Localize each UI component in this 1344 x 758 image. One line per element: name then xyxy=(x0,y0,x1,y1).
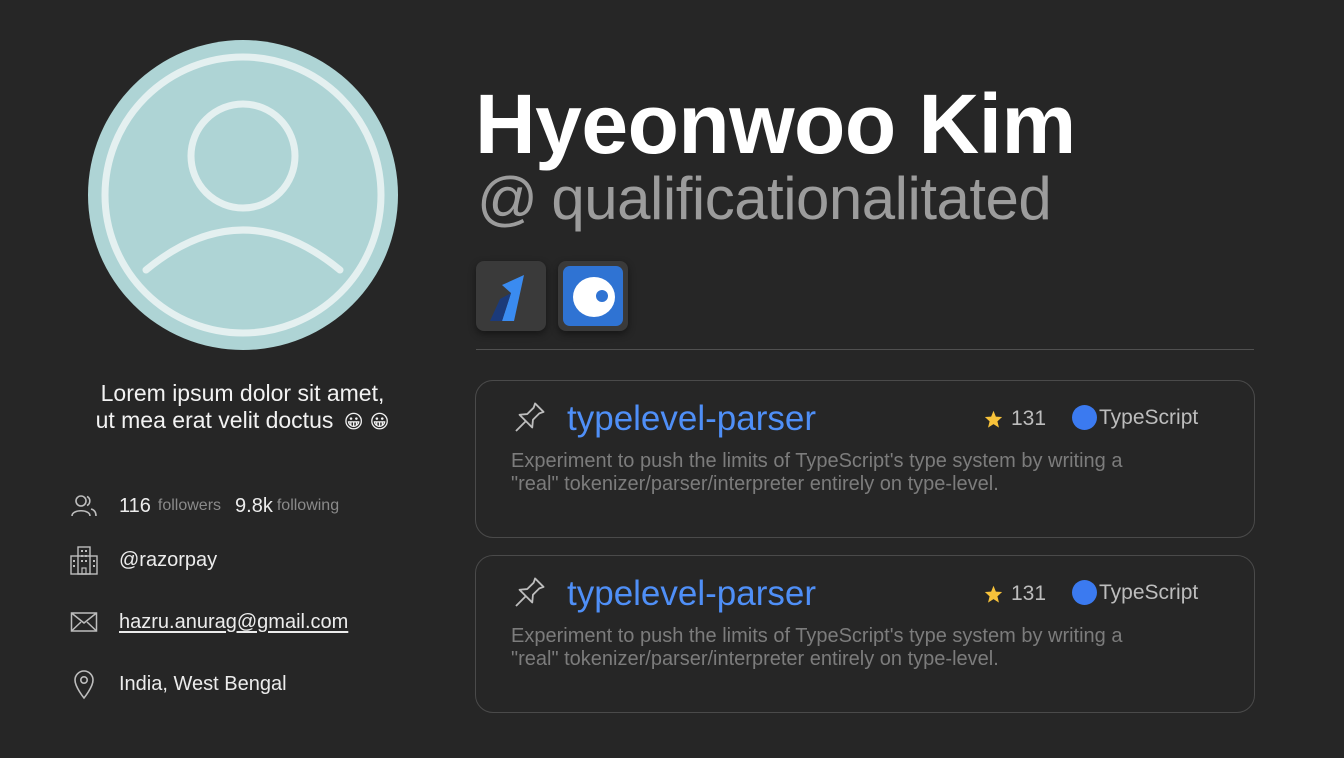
section-divider xyxy=(476,349,1254,350)
repo-stars-count: 131 xyxy=(1011,582,1047,605)
razorpay-logo-icon xyxy=(490,275,524,321)
building-icon xyxy=(68,544,100,576)
repo-stars-count: 131 xyxy=(1011,407,1047,430)
location-row: India, West Bengal xyxy=(68,668,287,700)
profile-page: Lorem ipsum dolor sit amet, ut mea erat … xyxy=(0,0,1344,758)
language-color-dot xyxy=(1072,405,1097,430)
email-row: hazru.anurag@gmail.com xyxy=(68,606,348,638)
profile-name: Hyeonwoo Kim xyxy=(475,77,1076,171)
company-name[interactable]: @razorpay xyxy=(119,549,217,572)
map-pin-icon xyxy=(68,668,100,700)
company-row: @razorpay xyxy=(68,544,217,576)
repo-name-link[interactable]: typelevel-parser xyxy=(567,399,816,439)
repo-description-line-1: Experiment to push the limits of TypeScr… xyxy=(511,450,1123,472)
pin-icon xyxy=(508,399,548,444)
blue-eye-logo-icon xyxy=(563,266,623,326)
follow-stats: 116 followers 9.8k following xyxy=(68,490,339,522)
pinned-repo-card[interactable]: typelevel-parser 131 TypeScript Experime… xyxy=(475,555,1255,713)
pin-icon xyxy=(508,574,548,619)
repo-stars[interactable]: 131 xyxy=(984,582,1046,606)
repo-description: Experiment to push the limits of TypeScr… xyxy=(511,625,1211,671)
grin-emoji: 😀 😀 xyxy=(343,411,390,433)
followers-count[interactable]: 116 xyxy=(119,495,151,518)
avatar[interactable] xyxy=(88,40,398,350)
repo-description-line-2: "real" tokenizer/parser/interpreter enti… xyxy=(511,648,999,670)
location-text: India, West Bengal xyxy=(119,672,287,695)
bio-line-1: Lorem ipsum dolor sit amet, xyxy=(100,380,385,406)
profile-bio: Lorem ipsum dolor sit amet, ut mea erat … xyxy=(40,380,445,436)
bio-line-2: ut mea erat velit doctus 😀 😀 xyxy=(40,407,445,436)
repo-language: TypeScript xyxy=(1072,405,1198,430)
repo-description-line-2: "real" tokenizer/parser/interpreter enti… xyxy=(511,473,999,495)
repo-description-line-1: Experiment to push the limits of TypeScr… xyxy=(511,625,1123,647)
repo-description: Experiment to push the limits of TypeScr… xyxy=(511,450,1211,496)
people-icon xyxy=(68,490,100,522)
following-label[interactable]: following xyxy=(277,497,339,515)
email-link[interactable]: hazru.anurag@gmail.com xyxy=(119,611,348,634)
pinned-repo-card[interactable]: typelevel-parser 131 TypeScript Experime… xyxy=(475,380,1255,538)
language-color-dot xyxy=(1072,580,1097,605)
org-badge-razorpay[interactable] xyxy=(476,261,546,331)
handle-text: qualificationalitated xyxy=(551,165,1052,232)
handle-at-symbol: @ xyxy=(477,165,538,232)
org-badge-eye[interactable] xyxy=(558,261,628,331)
repo-language-name: TypeScript xyxy=(1099,405,1199,429)
bio-line-2-text: ut mea erat velit doctus xyxy=(95,407,334,433)
star-icon xyxy=(984,585,1003,603)
profile-handle: @ qualificationalitated xyxy=(477,164,1052,233)
repo-stars[interactable]: 131 xyxy=(984,407,1046,431)
user-placeholder-icon xyxy=(101,53,385,337)
following-count[interactable]: 9.8k xyxy=(235,495,273,518)
repo-language: TypeScript xyxy=(1072,580,1198,605)
repo-language-name: TypeScript xyxy=(1099,580,1199,604)
followers-label[interactable]: followers xyxy=(158,497,221,515)
repo-name-link[interactable]: typelevel-parser xyxy=(567,574,816,614)
star-icon xyxy=(984,410,1003,428)
mail-icon xyxy=(68,606,100,638)
